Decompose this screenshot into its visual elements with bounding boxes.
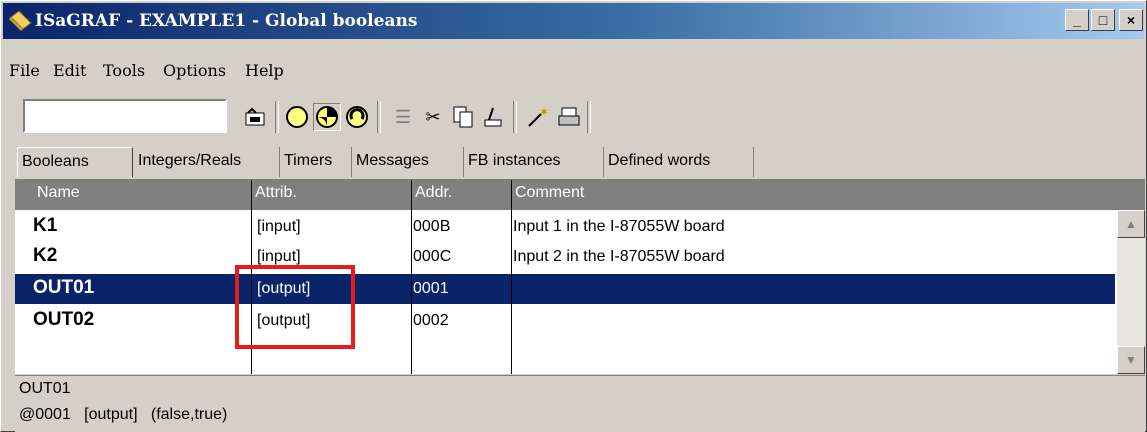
table-row[interactable]: K2 [input] 000C Input 2 in the I-87055W … <box>15 242 1115 272</box>
window-title: ISaGRAF - EXAMPLE1 - Global booleans <box>35 11 418 31</box>
variables-table: Name Attrib. Addr. Comment K1 [input] 00… <box>15 179 1145 374</box>
cell-name: OUT02 <box>33 309 95 330</box>
folder-open-icon[interactable] <box>241 103 269 131</box>
highlight-box <box>235 265 355 349</box>
cell-name: K1 <box>33 215 58 236</box>
cell-attrib: [input] <box>257 248 301 265</box>
minimize-button[interactable]: _ <box>1065 9 1089 31</box>
menu-edit[interactable]: Edit <box>53 61 86 80</box>
cut-icon[interactable]: ✂ <box>419 103 447 131</box>
table-header: Name Attrib. Addr. Comment <box>15 180 1145 210</box>
column-header-attrib[interactable]: Attrib. <box>255 184 297 202</box>
menu-bar: File Edit Tools Options Help <box>3 57 1144 87</box>
tab-defined-words[interactable]: Defined words <box>604 147 754 177</box>
menu-file[interactable]: File <box>9 61 40 80</box>
cell-comment: Input 2 in the I-87055W board <box>513 248 725 265</box>
toolbar-separator <box>275 101 279 133</box>
toolbar-separator <box>513 101 517 133</box>
table-row[interactable]: K1 [input] 000B Input 1 in the I-87055W … <box>15 212 1115 242</box>
column-header-name[interactable]: Name <box>37 184 80 202</box>
column-header-comment[interactable]: Comment <box>515 184 584 202</box>
scroll-down-icon[interactable]: ▼ <box>1117 346 1145 374</box>
tab-fb-instances[interactable]: FB instances <box>464 147 604 177</box>
cell-addr: 0002 <box>413 312 449 329</box>
paste-icon[interactable] <box>479 103 507 131</box>
menu-tools[interactable]: Tools <box>103 61 145 80</box>
svg-text:✶: ✶ <box>539 106 549 119</box>
status-variable-details: @0001 [output] (false,true) <box>19 406 228 423</box>
column-divider <box>411 180 412 374</box>
title-bar[interactable]: ISaGRAF - EXAMPLE1 - Global booleans _ □… <box>3 3 1144 39</box>
toolbar-separator <box>587 101 591 133</box>
circle-empty-icon[interactable] <box>283 103 311 131</box>
menu-options[interactable]: Options <box>163 61 226 80</box>
close-button[interactable]: × <box>1119 9 1143 31</box>
toolbar-separator <box>377 101 381 133</box>
table-row[interactable]: OUT02 [output] 0002 <box>15 306 1115 336</box>
maximize-button[interactable]: □ <box>1091 9 1115 31</box>
cell-addr: 0001 <box>413 280 449 297</box>
column-divider <box>511 180 512 374</box>
magic-wand-icon[interactable]: ✶ <box>523 103 551 131</box>
status-panel: OUT01 @0001 [output] (false,true) <box>15 375 1145 432</box>
print-icon[interactable] <box>555 103 583 131</box>
cell-name: OUT01 <box>33 277 95 298</box>
menu-help[interactable]: Help <box>245 61 284 80</box>
circle-arrow-icon[interactable] <box>343 103 371 131</box>
app-icon <box>9 10 32 31</box>
copy-icon[interactable] <box>449 103 477 131</box>
tab-timers[interactable]: Timers <box>280 147 352 177</box>
cell-name: K2 <box>33 245 58 266</box>
toolbar: ☰ ✂ ✶ <box>3 95 1144 141</box>
vertical-scrollbar[interactable]: ▲ ▼ <box>1117 210 1145 374</box>
cell-attrib: [input] <box>257 218 301 235</box>
cell-comment: Input 1 in the I-87055W board <box>513 218 725 235</box>
tab-messages[interactable]: Messages <box>352 147 464 177</box>
app-window: ISaGRAF - EXAMPLE1 - Global booleans _ □… <box>0 0 1147 432</box>
scroll-up-icon[interactable]: ▲ <box>1117 210 1145 238</box>
toolbar-input[interactable] <box>23 99 227 133</box>
cell-addr: 000C <box>413 248 452 265</box>
cell-addr: 000B <box>413 218 451 235</box>
tab-booleans[interactable]: Booleans <box>17 147 133 177</box>
table-row-selected[interactable]: OUT01 [output] 0001 <box>15 273 1116 305</box>
list-indent-icon[interactable]: ☰ <box>389 103 417 131</box>
circle-half-icon[interactable] <box>313 103 341 131</box>
status-variable-name: OUT01 <box>19 380 71 397</box>
tab-integers-reals[interactable]: Integers/Reals <box>134 147 280 177</box>
column-header-addr[interactable]: Addr. <box>415 184 452 202</box>
